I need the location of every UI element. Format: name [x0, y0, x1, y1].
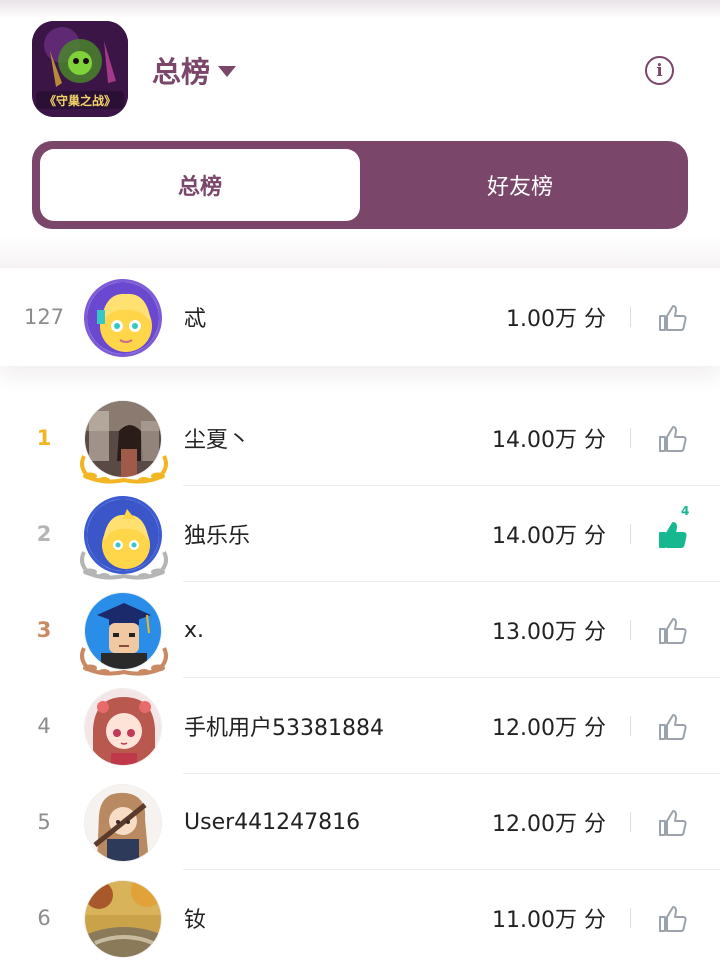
player-name: User441247816 [184, 809, 361, 835]
bronze-laurel-icon [80, 647, 168, 676]
rank-number: 3 [36, 618, 52, 642]
thumbs-up-icon[interactable] [656, 807, 688, 839]
leaderboard-row: 4 手机用户53381884 12.00万 分 [0, 678, 720, 774]
leaderboard-row: 5 User441247816 12.00万 分 [0, 774, 720, 870]
caret-down-icon [218, 65, 237, 77]
separator [630, 620, 631, 640]
info-icon[interactable]: i [645, 56, 674, 85]
player-name: 钕 [184, 908, 207, 933]
leaderboard-row: 1 尘夏丶 14.00万 分 [0, 390, 720, 486]
section-divider [0, 236, 720, 268]
separator [630, 908, 631, 928]
rank-number: 1 [36, 426, 52, 450]
leaderboard-row: 6 钕 11.00万 分 [0, 870, 720, 960]
thumbs-up-icon[interactable] [656, 519, 688, 551]
thumbs-up-icon[interactable] [656, 711, 688, 743]
player-score: 12.00万 分 [492, 716, 606, 741]
player-score: 12.00万 分 [492, 812, 606, 837]
avatar[interactable] [84, 279, 164, 359]
player-name: 尘夏丶 [184, 428, 251, 453]
player-name: 独乐乐 [184, 524, 251, 549]
tab-friends[interactable]: 好友榜 [360, 149, 680, 221]
header: 《守巢之战》 总榜 i [0, 0, 720, 130]
separator [630, 428, 631, 448]
player-score: 14.00万 分 [492, 524, 606, 549]
rank-number: 2 [36, 522, 52, 546]
player-score: 14.00万 分 [492, 428, 606, 453]
separator [630, 716, 631, 736]
player-score: 11.00万 分 [492, 908, 606, 933]
separator [630, 524, 631, 544]
rank-number: 127 [23, 305, 65, 329]
player-name: 忒 [184, 307, 207, 332]
player-name: 手机用户53381884 [184, 716, 384, 741]
tab-overall[interactable]: 总榜 [40, 149, 360, 221]
avatar[interactable] [80, 496, 168, 580]
separator [630, 812, 631, 832]
gold-laurel-icon [80, 455, 168, 484]
game-icon[interactable]: 《守巢之战》 [32, 21, 128, 117]
avatar[interactable] [80, 400, 168, 484]
leaderboard-tabs: 总榜 好友榜 [32, 141, 688, 229]
board-selector[interactable]: 总榜 [152, 48, 237, 92]
player-name: x. [184, 617, 205, 643]
info-glyph: i [656, 60, 663, 81]
leaderboard-row: 3 x. 13.00万 分 [0, 582, 720, 678]
board-title: 总榜 [152, 55, 211, 89]
avatar[interactable] [80, 592, 168, 676]
thumbs-up-icon[interactable] [656, 615, 688, 647]
separator [630, 307, 631, 327]
like-count: 4 [681, 504, 690, 518]
my-rank-row: 127 忒 1.00万 分 [0, 269, 720, 366]
leaderboard-row: 2 独乐乐 14.00万 分 4 [0, 486, 720, 582]
avatar[interactable] [84, 784, 164, 864]
rank-number: 5 [37, 810, 51, 834]
rank-number: 6 [37, 906, 51, 930]
rank-number: 4 [37, 714, 51, 738]
avatar[interactable] [84, 688, 164, 768]
thumbs-up-icon[interactable] [656, 903, 688, 935]
player-score: 13.00万 分 [492, 620, 606, 645]
avatar[interactable] [84, 880, 164, 960]
game-icon-title: 《守巢之战》 [44, 93, 116, 108]
silver-laurel-icon [80, 551, 168, 580]
thumbs-up-icon[interactable] [656, 423, 688, 455]
player-score: 1.00万 分 [506, 307, 606, 332]
thumbs-up-icon[interactable] [656, 302, 688, 334]
